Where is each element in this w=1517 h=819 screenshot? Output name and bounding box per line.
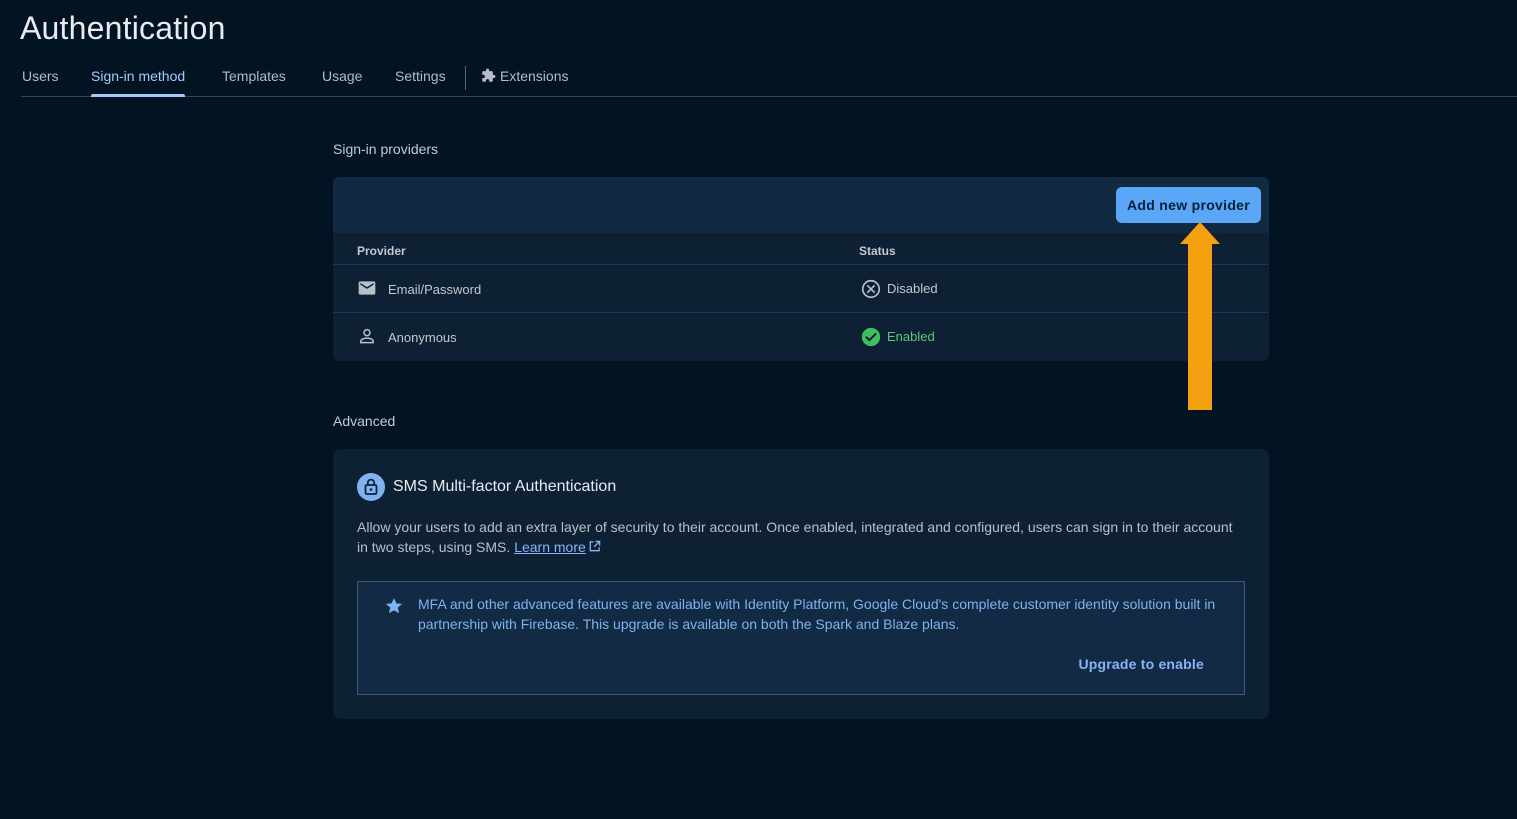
mail-icon [358, 281, 376, 295]
provider-name: Email/Password [388, 282, 482, 297]
section-label-advanced: Advanced [333, 413, 396, 429]
tab-sign-in-method[interactable]: Sign-in method [91, 68, 186, 97]
table-row[interactable]: Anonymous Enabled [333, 313, 1269, 360]
status-text: Enabled [887, 329, 935, 344]
tab-settings[interactable]: Settings [395, 68, 446, 96]
section-label-sign-in-providers: Sign-in providers [333, 141, 439, 157]
tab-divider [465, 66, 466, 90]
person-icon [360, 328, 374, 344]
up-arrow-annotation-icon [1180, 222, 1220, 410]
tab-users[interactable]: Users [22, 68, 59, 96]
upgrade-info-text: MFA and other advanced features are avai… [418, 596, 1216, 632]
star-icon [385, 598, 403, 614]
provider-name: Anonymous [388, 330, 457, 345]
mfa-card: SMS Multi-factor Authentication Allow yo… [333, 449, 1269, 719]
learn-more-link[interactable]: Learn more [514, 539, 601, 555]
status-text: Disabled [887, 281, 938, 296]
upgrade-to-enable-link[interactable]: Upgrade to enable [1078, 656, 1204, 672]
learn-more-label: Learn more [514, 539, 586, 555]
add-new-provider-button[interactable]: Add new provider [1116, 187, 1261, 223]
external-link-icon [589, 540, 601, 552]
check-circle-icon [861, 327, 881, 347]
providers-card: Add new provider Provider Status Email/P… [333, 177, 1269, 361]
tab-extensions[interactable]: Extensions [481, 68, 568, 96]
column-header-provider: Provider [357, 244, 406, 258]
upgrade-info-box: MFA and other advanced features are avai… [357, 581, 1245, 695]
tab-usage[interactable]: Usage [322, 68, 362, 96]
column-header-status[interactable]: Status [859, 244, 896, 258]
mfa-title: SMS Multi-factor Authentication [393, 478, 617, 495]
mfa-description: Allow your users to add an extra layer o… [357, 517, 1247, 557]
table-header: Provider Status [333, 233, 1269, 265]
card-toolbar: Add new provider [333, 177, 1269, 233]
mfa-description-text: Allow your users to add an extra layer o… [357, 519, 1233, 555]
tab-bar: Users Sign-in method Templates Usage Set… [21, 62, 1517, 97]
puzzle-icon [482, 68, 496, 82]
page-title: Authentication [20, 10, 226, 46]
tab-extensions-label: Extensions [500, 68, 569, 84]
tab-templates[interactable]: Templates [222, 68, 286, 96]
table-row[interactable]: Email/Password Disabled [333, 265, 1269, 313]
lock-icon [357, 473, 385, 501]
x-circle-icon [861, 279, 881, 299]
